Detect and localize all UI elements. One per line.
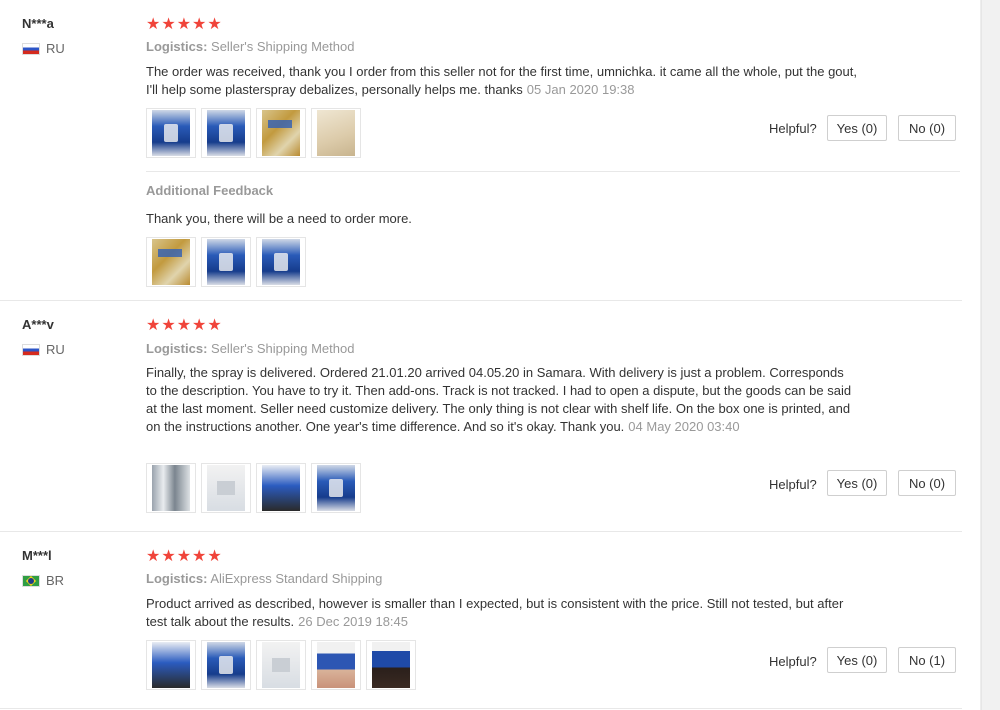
feedback-divider [146,171,960,172]
country-code: BR [46,573,65,588]
country-code: RU [46,342,65,357]
product-photo [262,110,300,156]
reviewer-country: BR [22,573,64,588]
review-photo-thumbnail[interactable] [311,108,361,158]
product-photo [207,110,245,156]
review-body: Product arrived as described, however is… [146,596,844,629]
review-photos [146,640,416,690]
review-photo-thumbnail[interactable] [256,108,306,158]
additional-feedback-title: Additional Feedback [146,183,274,198]
helpful-no-button[interactable]: No (0) [898,470,956,496]
country-code: RU [46,41,65,56]
reviewer-country: RU [22,342,65,357]
logistics-info: Logistics: Seller's Shipping Method [146,341,354,356]
review-divider [0,531,962,532]
reviewer-country: RU [22,41,65,56]
product-photo [372,642,410,688]
review-photo-thumbnail[interactable] [201,640,251,690]
logistics-value: Seller's Shipping Method [211,341,355,356]
ru-flag-icon [22,42,40,55]
product-photo [317,642,355,688]
product-photo [262,239,300,285]
helpful-yes-button[interactable]: Yes (0) [827,470,887,496]
review-photo-thumbnail[interactable] [146,108,196,158]
product-photo [152,465,190,511]
logistics-label: Logistics: [146,341,208,356]
star-rating: ★★★★★ [146,548,223,565]
logistics-info: Logistics: AliExpress Standard Shipping [146,571,382,586]
review-photo-thumbnail[interactable] [146,463,196,513]
br-flag-icon [22,574,40,587]
review-body: The order was received, thank you I orde… [146,64,857,97]
review-text: The order was received, thank you I orde… [146,63,858,99]
review-photo-thumbnail[interactable] [146,640,196,690]
review-photo-thumbnail[interactable] [256,237,306,287]
additional-feedback-text: Thank you, there will be a need to order… [146,211,412,226]
review-photo-thumbnail[interactable] [311,463,361,513]
review-date: 05 Jan 2020 19:38 [526,82,635,97]
reviewer-name: N***a [22,16,54,31]
review-date: 26 Dec 2019 18:45 [298,614,409,629]
star-rating: ★★★★★ [146,16,223,33]
product-photo [317,110,355,156]
scrollbar[interactable] [981,0,1000,710]
product-photo [262,465,300,511]
logistics-label: Logistics: [146,571,208,586]
product-photo [152,642,190,688]
review-date: 04 May 2020 03:40 [628,419,740,434]
review-text: Finally, the spray is delivered. Ordered… [146,364,858,436]
review-photo-thumbnail[interactable] [146,237,196,287]
review-photo-thumbnail[interactable] [201,108,251,158]
reviewer-name: A***v [22,317,54,332]
helpful-label: Helpful? [769,477,817,492]
product-photo [317,465,355,511]
review-photo-thumbnail[interactable] [366,640,416,690]
review-photo-thumbnail[interactable] [201,237,251,287]
logistics-info: Logistics: Seller's Shipping Method [146,39,354,54]
additional-feedback-photos [146,237,306,287]
product-photo [207,642,245,688]
logistics-value: Seller's Shipping Method [211,39,355,54]
review-photo-thumbnail[interactable] [201,463,251,513]
product-photo [152,110,190,156]
logistics-label: Logistics: [146,39,208,54]
review-photo-thumbnail[interactable] [256,640,306,690]
review-divider [0,300,962,301]
review-text: Product arrived as described, however is… [146,595,858,631]
review-divider [0,708,962,709]
helpful-label: Helpful? [769,654,817,669]
logistics-value: AliExpress Standard Shipping [210,571,383,586]
product-photo [152,239,190,285]
product-photo [207,239,245,285]
product-photo [262,642,300,688]
review-photos [146,463,361,513]
review-photo-thumbnail[interactable] [256,463,306,513]
review-body: Finally, the spray is delivered. Ordered… [146,365,852,434]
star-rating: ★★★★★ [146,317,223,334]
ru-flag-icon [22,343,40,356]
helpful-no-button[interactable]: No (0) [898,115,956,141]
product-photo [207,465,245,511]
review-photo-thumbnail[interactable] [311,640,361,690]
reviewer-name: M***l [22,548,52,563]
helpful-yes-button[interactable]: Yes (0) [827,647,887,673]
helpful-yes-button[interactable]: Yes (0) [827,115,887,141]
review-photos [146,108,361,158]
helpful-label: Helpful? [769,121,817,136]
helpful-no-button[interactable]: No (1) [898,647,956,673]
